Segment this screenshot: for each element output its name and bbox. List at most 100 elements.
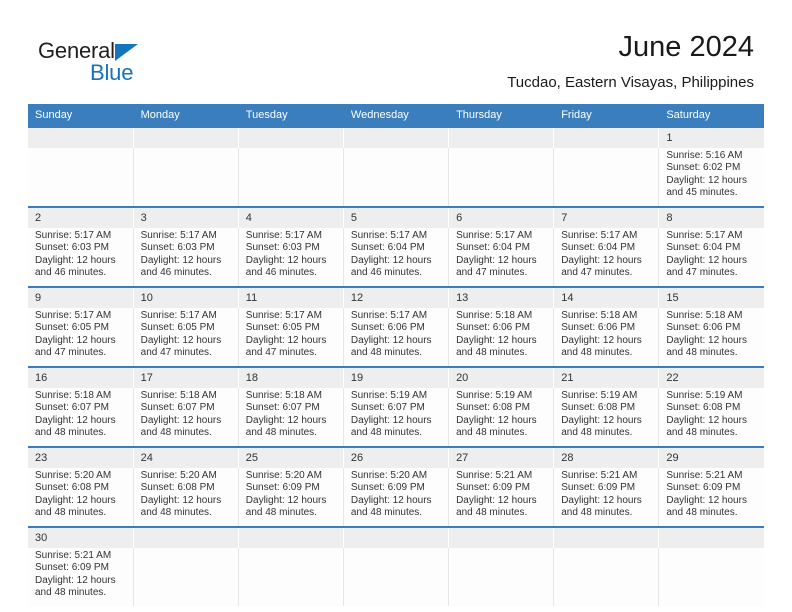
day-detail-empty (448, 148, 555, 207)
day-number-27[interactable]: 27 (448, 446, 555, 468)
brand-triangle-icon (114, 44, 138, 61)
day-detail-line: Daylight: 12 hours (456, 254, 537, 266)
day-detail-line: Sunset: 6:08 PM (666, 402, 741, 414)
day-detail-line: Sunset: 6:04 PM (666, 242, 741, 254)
day-number-empty (238, 126, 344, 148)
day-detail-line: Sunrise: 5:18 AM (666, 310, 743, 321)
day-number-26[interactable]: 26 (343, 446, 450, 468)
day-detail-7: Sunrise: 5:17 AM Sunset: 6:04 PM Daylight:… (553, 228, 660, 287)
day-detail-line: and 48 minutes. (666, 347, 738, 359)
day-detail-line: Sunset: 6:02 PM (666, 162, 741, 174)
day-detail-line: Daylight: 12 hours (561, 334, 642, 346)
day-detail-line: Daylight: 12 hours (666, 334, 747, 346)
brand-logo[interactable]: General Blue (38, 38, 278, 90)
day-number-8[interactable]: 8 (658, 206, 764, 228)
day-number-19[interactable]: 19 (343, 366, 450, 388)
day-detail-empty (238, 148, 344, 207)
day-detail-line: and 48 minutes. (350, 427, 423, 439)
week-detail-row: Sunrise: 5:17 AM Sunset: 6:03 PM Daylight:… (28, 228, 764, 287)
day-detail-line: Sunset: 6:07 PM (140, 402, 215, 414)
day-detail-line: and 47 minutes. (561, 267, 633, 279)
day-detail-line: Sunrise: 5:17 AM (35, 230, 112, 241)
day-detail-line: Daylight: 12 hours (561, 414, 642, 426)
day-number-7[interactable]: 7 (553, 206, 660, 228)
day-detail-22: Sunrise: 5:19 AM Sunset: 6:08 PM Daylight:… (658, 388, 764, 447)
day-detail-line: Sunset: 6:09 PM (561, 482, 636, 494)
day-number-1[interactable]: 1 (658, 126, 764, 148)
day-detail-line: Sunset: 6:04 PM (350, 242, 425, 254)
day-detail-line: and 48 minutes. (140, 427, 212, 439)
day-detail-line: Daylight: 12 hours (35, 254, 116, 266)
day-detail-line: and 48 minutes. (245, 507, 317, 519)
day-number-2[interactable]: 2 (28, 206, 134, 228)
day-number-11[interactable]: 11 (238, 286, 344, 308)
day-number-3[interactable]: 3 (133, 206, 239, 228)
day-detail-26: Sunrise: 5:20 AM Sunset: 6:09 PM Daylight:… (343, 468, 450, 527)
day-detail-empty (238, 548, 344, 606)
day-detail-line: Sunrise: 5:17 AM (350, 310, 428, 321)
day-detail-line: Sunrise: 5:20 AM (245, 470, 322, 481)
day-detail-line: Daylight: 12 hours (350, 254, 432, 266)
day-detail-empty (343, 148, 450, 207)
day-number-6[interactable]: 6 (448, 206, 555, 228)
day-detail-23: Sunrise: 5:20 AM Sunset: 6:08 PM Daylight:… (28, 468, 134, 527)
day-number-empty (553, 526, 660, 548)
day-detail-11: Sunrise: 5:17 AM Sunset: 6:05 PM Daylight:… (238, 308, 344, 367)
day-detail-line: and 48 minutes. (561, 347, 633, 359)
day-detail-line: Sunset: 6:03 PM (35, 242, 109, 254)
day-detail-empty (553, 548, 660, 606)
day-number-16[interactable]: 16 (28, 366, 134, 388)
day-detail-21: Sunrise: 5:19 AM Sunset: 6:08 PM Daylight:… (553, 388, 660, 447)
day-number-29[interactable]: 29 (658, 446, 764, 468)
day-detail-line: and 48 minutes. (350, 347, 423, 359)
title-block: June 2024 Tucdao, Eastern Visayas, Phili… (507, 30, 754, 93)
day-detail-13: Sunrise: 5:18 AM Sunset: 6:06 PM Daylight:… (448, 308, 555, 367)
day-number-25[interactable]: 25 (238, 446, 344, 468)
day-number-14[interactable]: 14 (553, 286, 660, 308)
day-detail-line: Sunset: 6:09 PM (245, 482, 320, 494)
day-number-28[interactable]: 28 (553, 446, 660, 468)
day-detail-empty (133, 548, 239, 606)
day-detail-line: and 48 minutes. (456, 427, 528, 439)
day-detail-2: Sunrise: 5:17 AM Sunset: 6:03 PM Daylight:… (28, 228, 134, 287)
day-detail-18: Sunrise: 5:18 AM Sunset: 6:07 PM Daylight:… (238, 388, 344, 447)
day-number-5[interactable]: 5 (343, 206, 450, 228)
day-detail-line: and 48 minutes. (350, 507, 423, 519)
day-number-empty (448, 526, 555, 548)
day-number-15[interactable]: 15 (658, 286, 764, 308)
week-daynumber-row: 1 (28, 126, 764, 148)
day-number-4[interactable]: 4 (238, 206, 344, 228)
day-number-12[interactable]: 12 (343, 286, 450, 308)
day-detail-line: Sunset: 6:03 PM (140, 242, 215, 254)
day-number-empty (238, 526, 344, 548)
day-number-10[interactable]: 10 (133, 286, 239, 308)
week-detail-row: Sunrise: 5:18 AM Sunset: 6:07 PM Daylight:… (28, 388, 764, 447)
week-daynumber-row: 2345678 (28, 206, 764, 228)
day-detail-line: and 47 minutes. (666, 267, 738, 279)
day-detail-line: Sunrise: 5:18 AM (245, 390, 322, 401)
day-number-empty (658, 526, 764, 548)
day-number-21[interactable]: 21 (553, 366, 660, 388)
day-detail-line: Sunrise: 5:20 AM (140, 470, 217, 481)
day-number-17[interactable]: 17 (133, 366, 239, 388)
brand-logo-bottom: Blue (38, 61, 278, 87)
day-number-18[interactable]: 18 (238, 366, 344, 388)
day-detail-9: Sunrise: 5:17 AM Sunset: 6:05 PM Daylight:… (28, 308, 134, 367)
day-detail-line: Sunrise: 5:19 AM (561, 390, 638, 401)
day-detail-line: and 48 minutes. (35, 507, 107, 519)
day-detail-line: Sunrise: 5:16 AM (666, 150, 743, 161)
day-number-22[interactable]: 22 (658, 366, 764, 388)
day-number-20[interactable]: 20 (448, 366, 555, 388)
day-number-9[interactable]: 9 (28, 286, 134, 308)
day-detail-line: Sunrise: 5:18 AM (561, 310, 638, 321)
day-number-30[interactable]: 30 (28, 526, 134, 548)
day-detail-line: Daylight: 12 hours (35, 334, 116, 346)
day-number-24[interactable]: 24 (133, 446, 239, 468)
day-detail-line: Sunrise: 5:17 AM (666, 230, 743, 241)
day-detail-29: Sunrise: 5:21 AM Sunset: 6:09 PM Daylight:… (658, 468, 764, 527)
day-detail-15: Sunrise: 5:18 AM Sunset: 6:06 PM Daylight:… (658, 308, 764, 367)
day-detail-line: and 46 minutes. (35, 267, 107, 279)
day-number-13[interactable]: 13 (448, 286, 555, 308)
day-number-23[interactable]: 23 (28, 446, 134, 468)
day-number-empty (343, 126, 450, 148)
